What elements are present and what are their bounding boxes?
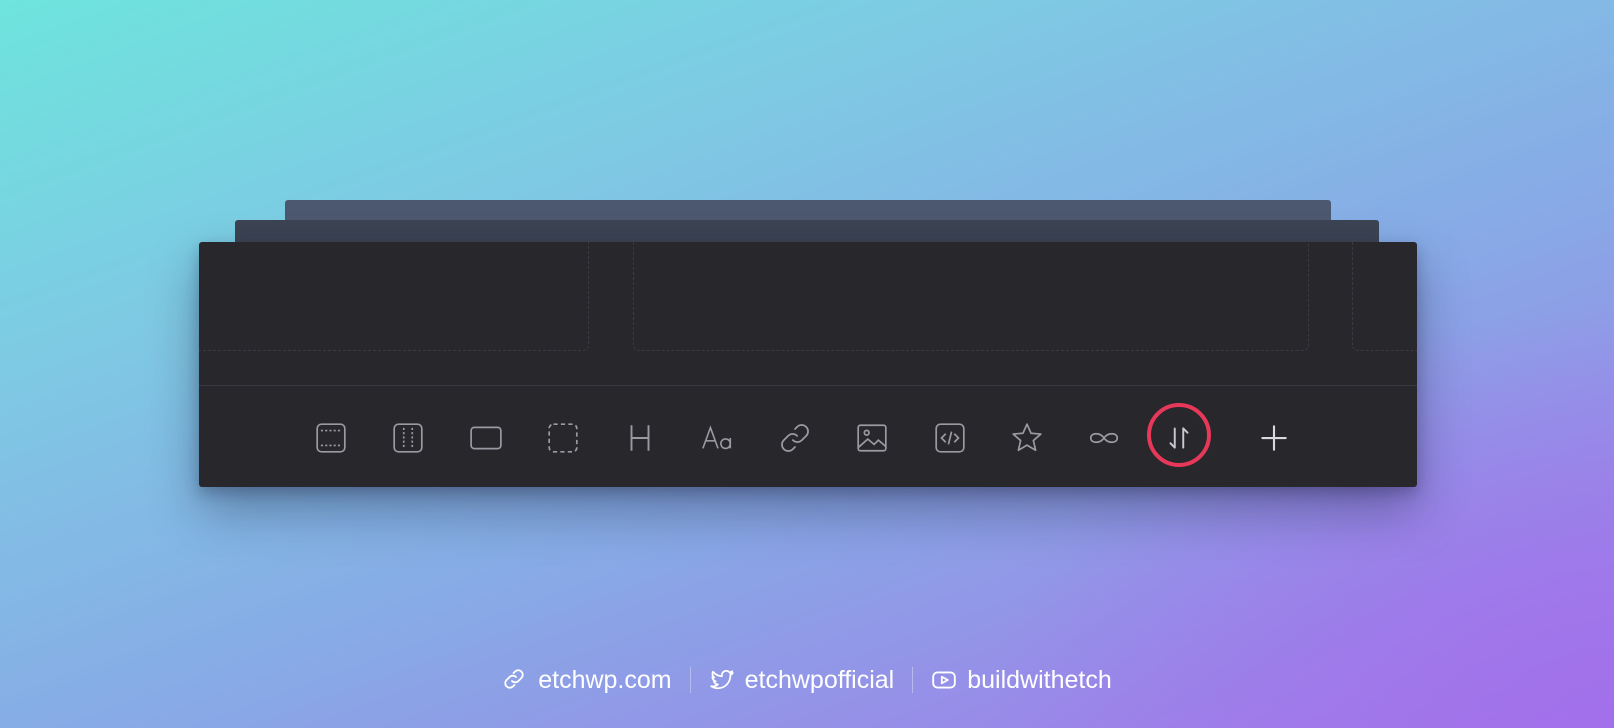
twitter-label: etchwpofficial [744, 665, 895, 694]
section-button[interactable] [309, 416, 353, 460]
container-button[interactable] [386, 416, 430, 460]
youtube-link[interactable]: buildwithetch [913, 666, 1130, 695]
code-icon [935, 423, 965, 453]
link-icon [781, 424, 809, 452]
section-icon [316, 423, 346, 453]
ghost-block [1352, 242, 1417, 351]
sort-arrows-icon [1169, 427, 1189, 449]
website-link[interactable]: etchwp.com [484, 666, 689, 695]
plus-icon [1261, 425, 1287, 451]
ghost-block [199, 242, 589, 351]
image-icon [857, 424, 887, 452]
link-button[interactable] [773, 416, 817, 460]
builder-panel [199, 242, 1417, 487]
element-toolbar [199, 386, 1417, 487]
heading-icon [630, 425, 650, 451]
code-button[interactable] [928, 416, 972, 460]
component-button[interactable] [1005, 416, 1049, 460]
block-icon [470, 426, 502, 450]
sort-button[interactable] [1157, 416, 1201, 460]
container-icon [393, 423, 423, 453]
twitter-link[interactable]: etchwpofficial [691, 666, 913, 695]
social-footer: etchwp.com etchwpofficial buildwithetch [0, 662, 1614, 698]
loop-button[interactable] [1082, 416, 1126, 460]
website-label: etchwp.com [538, 665, 672, 694]
youtube-label: buildwithetch [967, 665, 1112, 694]
text-button[interactable] [696, 416, 740, 460]
canvas-preview [199, 242, 1417, 385]
div-icon [548, 423, 578, 453]
youtube-icon [931, 667, 957, 693]
block-button[interactable] [464, 416, 508, 460]
star-icon [1012, 423, 1042, 452]
image-button[interactable] [850, 416, 894, 460]
twitter-icon [709, 667, 735, 693]
ghost-block [633, 242, 1309, 351]
div-button[interactable] [541, 416, 585, 460]
heading-button[interactable] [618, 416, 662, 460]
infinity-icon [1089, 432, 1119, 444]
text-icon [702, 425, 732, 450]
link-icon [502, 667, 528, 693]
add-element-button[interactable] [1252, 416, 1296, 460]
